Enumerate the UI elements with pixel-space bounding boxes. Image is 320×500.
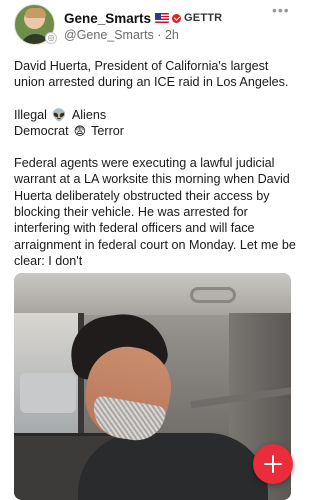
- handle-row: @Gene_Smarts · 2h: [64, 28, 179, 42]
- post-paragraph: David Huerta, President of California's …: [14, 59, 289, 90]
- timestamp: 2h: [164, 28, 179, 42]
- image-background-car: [20, 373, 76, 413]
- plus-icon: [264, 455, 282, 473]
- fearful-face-emoji-icon: 😨: [73, 123, 87, 138]
- display-name[interactable]: Gene_Smarts: [64, 11, 151, 26]
- image-person-shirt: [78, 433, 268, 500]
- create-post-button[interactable]: [253, 444, 293, 484]
- line-word: Illegal: [14, 107, 47, 122]
- alien-emoji-icon: 👽: [51, 107, 67, 122]
- post-line: Illegal 👽 Aliens: [14, 107, 298, 123]
- post-image[interactable]: [14, 273, 291, 500]
- platform-label: GETTR: [184, 12, 223, 24]
- post-paragraph: Federal agents were executing a lawful j…: [14, 156, 296, 268]
- post-text[interactable]: David Huerta, President of California's …: [14, 58, 298, 286]
- more-horizontal-icon[interactable]: •••: [272, 3, 289, 17]
- gettr-verified-badge-icon: [172, 13, 182, 23]
- user-handle[interactable]: @Gene_Smarts: [64, 28, 154, 42]
- line-word: Terror: [91, 123, 124, 138]
- avatar-status-icon: ◎: [45, 32, 57, 44]
- post-line: Democrat 😨 Terror: [14, 123, 298, 139]
- image-car-roof: [14, 273, 291, 315]
- line-word: Democrat: [14, 123, 69, 138]
- line-word: Aliens: [71, 107, 107, 122]
- name-row: Gene_Smarts GETTR: [64, 10, 222, 26]
- avatar-hair: [25, 8, 46, 18]
- separator-dot: ·: [157, 28, 162, 42]
- image-grab-handle: [190, 287, 236, 303]
- post-header: ◎ Gene_Smarts GETTR @Gene_Smarts · 2h ••…: [14, 3, 294, 46]
- us-flag-icon: [155, 13, 170, 23]
